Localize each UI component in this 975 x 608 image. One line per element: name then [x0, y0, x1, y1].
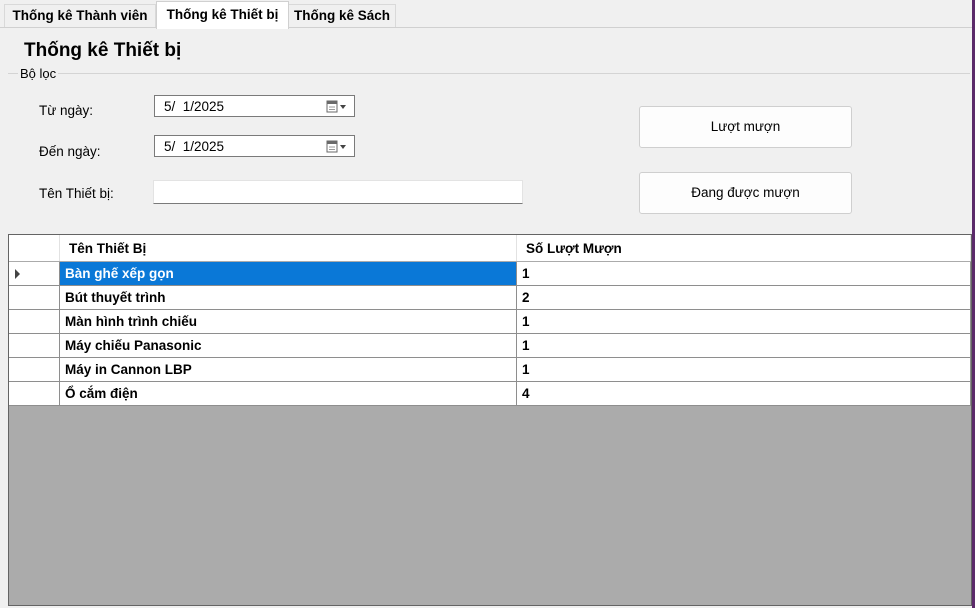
- from-date-picker[interactable]: 5/ 1/2025: [154, 95, 355, 117]
- cell-device-name[interactable]: Bút thuyết trình: [60, 286, 517, 310]
- column-header-borrow-count[interactable]: Số Lượt Mượn: [517, 235, 971, 261]
- from-date-value: 5/ 1/2025: [164, 99, 225, 114]
- page-title: Thống kê Thiết bị: [24, 40, 182, 61]
- cell-borrow-count[interactable]: 1: [517, 334, 971, 358]
- tab-member-stats[interactable]: Thống kê Thành viên: [4, 4, 156, 27]
- cell-borrow-count[interactable]: 4: [517, 382, 971, 406]
- current-row-arrow-icon: [15, 269, 20, 279]
- device-stats-page: Thống kê Thiết bị Bộ lọc Từ ngày: 5/ 1/2…: [0, 28, 972, 608]
- cell-borrow-count[interactable]: 1: [517, 310, 971, 334]
- row-header[interactable]: [9, 262, 60, 286]
- table-row[interactable]: Máy chiếu Panasonic 1: [9, 334, 971, 358]
- borrow-count-button[interactable]: Lượt mượn: [639, 106, 852, 148]
- table-row[interactable]: Máy in Cannon LBP 1: [9, 358, 971, 382]
- table-row[interactable]: Màn hình trình chiếu 1: [9, 310, 971, 334]
- tab-strip: Thống kê Thành viên Thống kê Thiết bị Th…: [0, 0, 972, 29]
- to-date-value: 5/ 1/2025: [164, 139, 225, 154]
- cell-device-name[interactable]: Ổ cắm điện: [60, 382, 517, 406]
- device-stats-grid[interactable]: Tên Thiết Bị Số Lượt Mượn Bàn ghế xếp gọ…: [8, 234, 972, 606]
- calendar-dropdown-icon[interactable]: [326, 139, 350, 153]
- cell-borrow-count[interactable]: 1: [517, 262, 971, 286]
- calendar-dropdown-icon[interactable]: [326, 99, 350, 113]
- cell-borrow-count[interactable]: 1: [517, 358, 971, 382]
- filter-group-label: Bộ lọc: [18, 66, 59, 81]
- currently-borrowed-button[interactable]: Đang được mượn: [639, 172, 852, 214]
- table-row[interactable]: Ổ cắm điện 4: [9, 382, 971, 406]
- row-header[interactable]: [9, 358, 60, 382]
- tab-device-stats[interactable]: Thống kê Thiết bị: [156, 1, 289, 29]
- row-header[interactable]: [9, 382, 60, 406]
- table-row[interactable]: Bàn ghế xếp gọn 1: [9, 262, 971, 286]
- cell-device-name[interactable]: Máy chiếu Panasonic: [60, 334, 517, 358]
- cell-device-name[interactable]: Máy in Cannon LBP: [60, 358, 517, 382]
- to-date-picker[interactable]: 5/ 1/2025: [154, 135, 355, 157]
- row-header[interactable]: [9, 310, 60, 334]
- grid-header: Tên Thiết Bị Số Lượt Mượn: [9, 235, 971, 261]
- row-header[interactable]: [9, 286, 60, 310]
- from-date-label: Từ ngày:: [39, 103, 94, 118]
- cell-borrow-count[interactable]: 2: [517, 286, 971, 310]
- to-date-label: Đến ngày:: [39, 144, 101, 159]
- device-name-label: Tên Thiết bị:: [39, 186, 114, 201]
- cell-device-name[interactable]: Màn hình trình chiếu: [60, 310, 517, 334]
- cell-device-name[interactable]: Bàn ghế xếp gọn: [60, 262, 517, 286]
- tab-book-stats[interactable]: Thống kê Sách: [288, 4, 396, 27]
- device-name-input[interactable]: [153, 180, 523, 204]
- row-header-corner: [9, 235, 60, 261]
- row-header[interactable]: [9, 334, 60, 358]
- column-header-device-name[interactable]: Tên Thiết Bị: [60, 235, 517, 261]
- table-row[interactable]: Bút thuyết trình 2: [9, 286, 971, 310]
